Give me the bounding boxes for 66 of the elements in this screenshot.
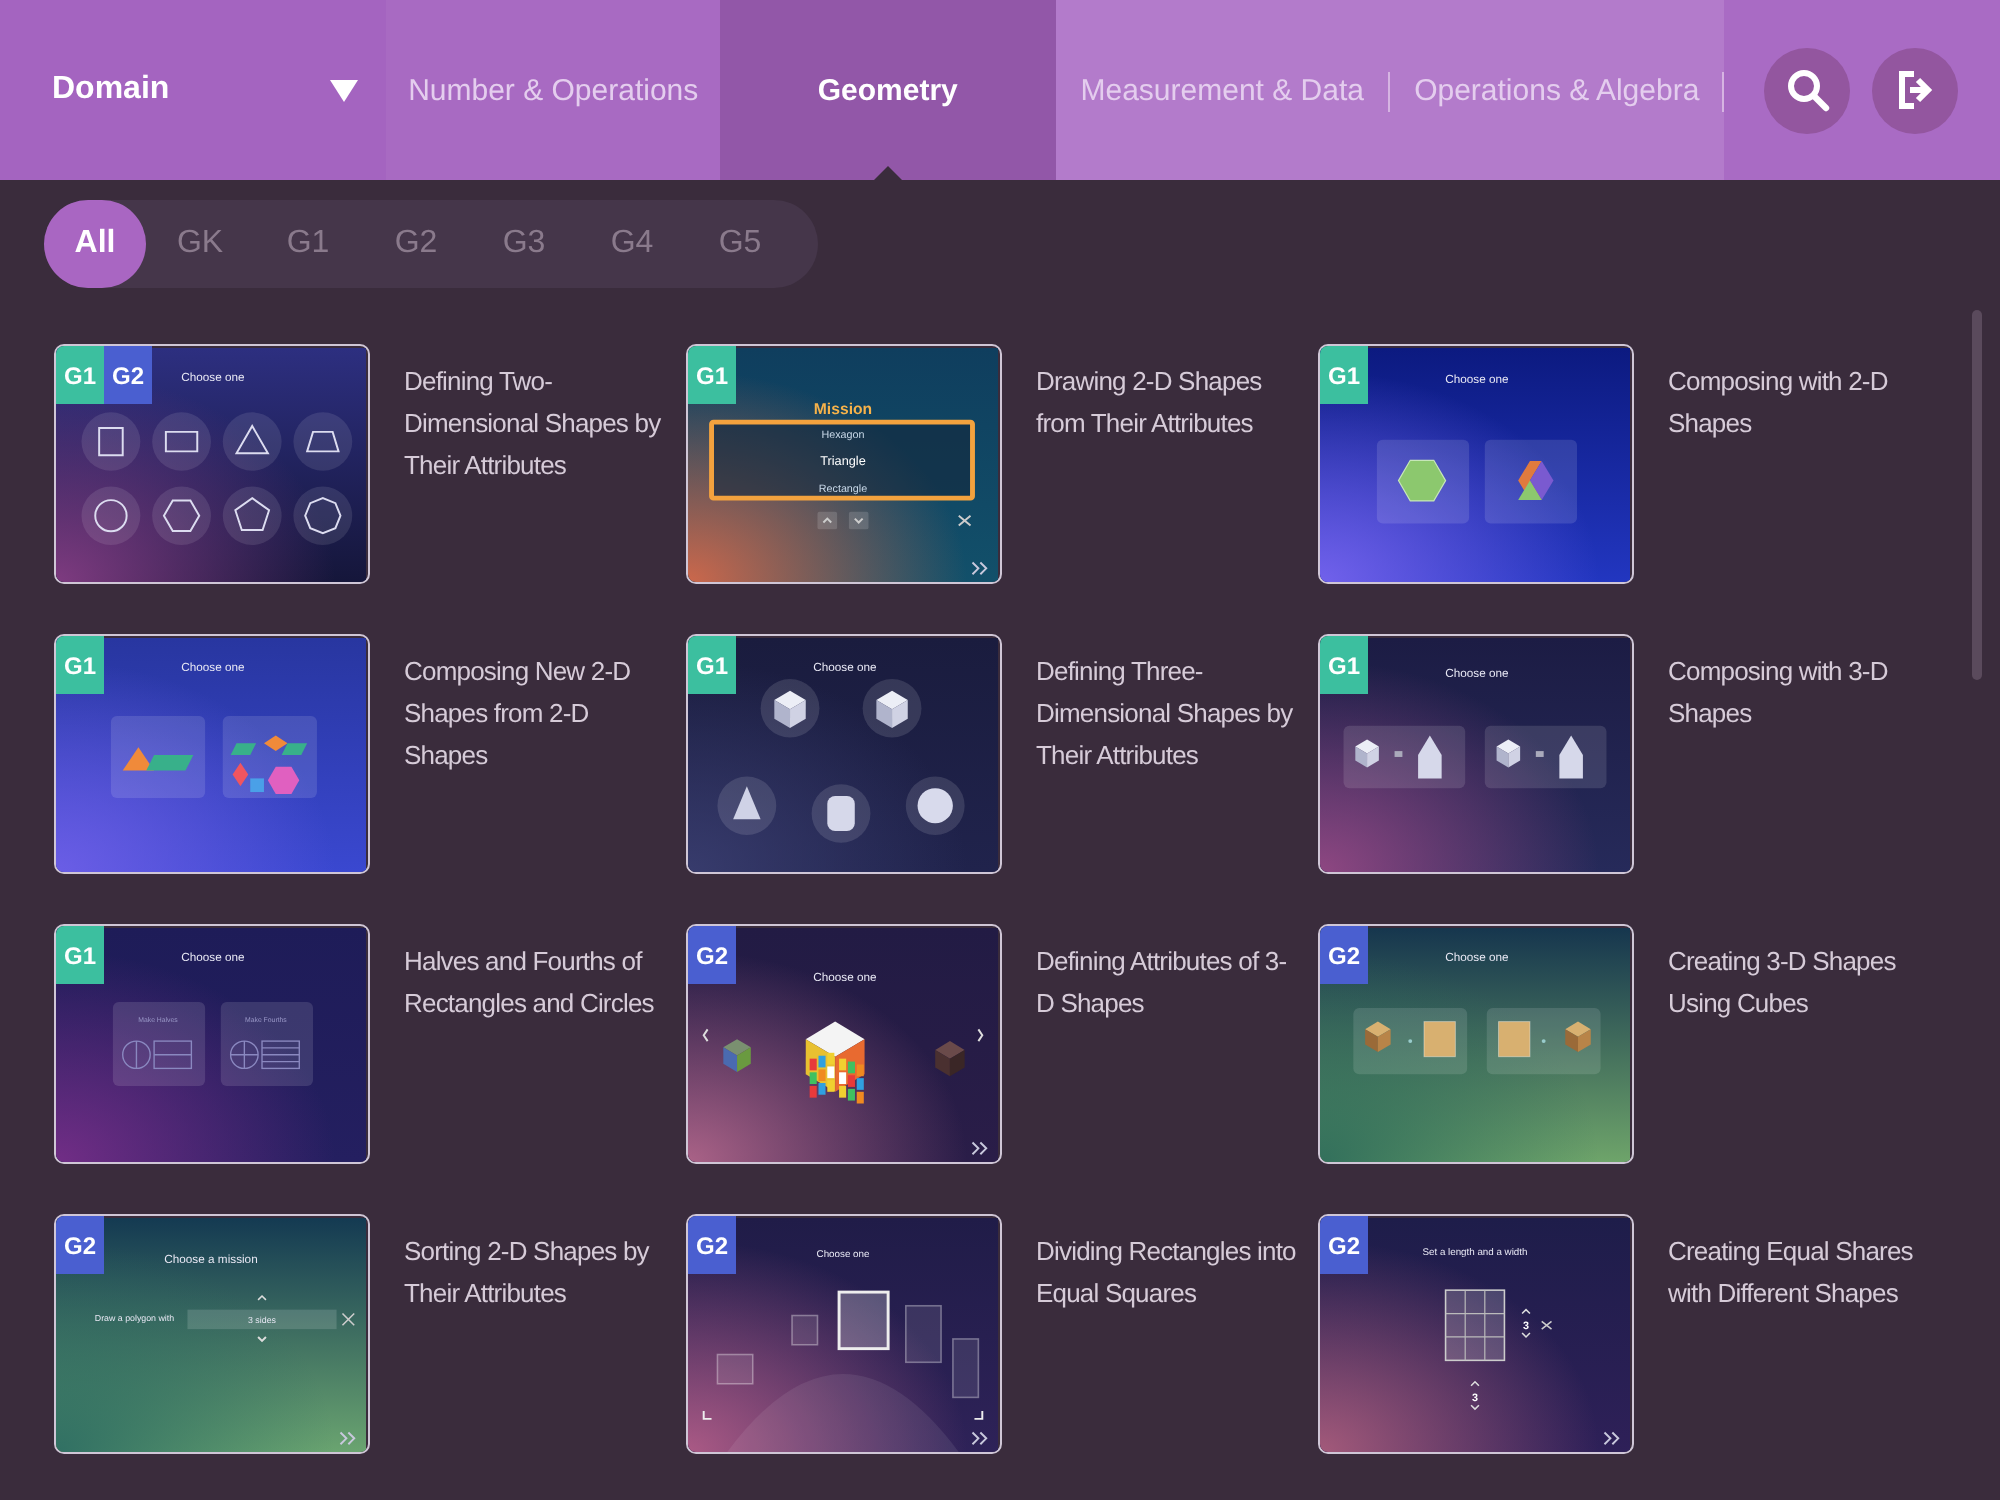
- exit-button[interactable]: [1872, 47, 1958, 133]
- grade-badge: G1: [688, 346, 736, 404]
- domain-tab[interactable]: Geometry: [720, 0, 1055, 180]
- lesson-title[interactable]: Composing New 2-D Shapes from 2-D Shapes: [404, 634, 668, 874]
- next-icon[interactable]: [971, 560, 988, 575]
- lesson-title[interactable]: Sorting 2-D Shapes by Their Attributes: [404, 1214, 668, 1454]
- arrow-button[interactable]: [848, 510, 869, 529]
- grade-badge: G2: [688, 926, 736, 984]
- shape-option[interactable]: [293, 411, 353, 470]
- grade-badge: G2: [104, 346, 152, 404]
- lesson-title[interactable]: Defining Two-Dimensional Shapes by Their Attributes: [404, 344, 668, 584]
- grade-badge: G2: [56, 1216, 104, 1274]
- grade-badge: G1: [56, 926, 104, 984]
- shape-option[interactable]: [222, 485, 282, 544]
- up-icon[interactable]: [257, 1293, 267, 1300]
- shape-option[interactable]: [81, 485, 141, 544]
- solid-option[interactable]: [717, 775, 777, 834]
- lesson-title[interactable]: Composing with 2-D Shapes: [1668, 344, 1932, 584]
- corner-icon: [973, 1409, 984, 1419]
- grade-badge: G1: [688, 636, 736, 694]
- shape-option[interactable]: [152, 485, 211, 544]
- shape-option[interactable]: [81, 411, 141, 470]
- lesson-title[interactable]: Drawing 2-D Shapes from Their Attributes: [1036, 344, 1300, 584]
- lesson-title[interactable]: Defining Three-Dimensional Shapes by Their Attributes: [1036, 634, 1300, 874]
- grade-badge: G1: [56, 346, 104, 404]
- solid-option[interactable]: [760, 677, 820, 737]
- grade-badge: G2: [1320, 1216, 1368, 1274]
- grade-badge: G2: [1320, 926, 1368, 984]
- grade-badge: G2: [688, 1216, 736, 1274]
- lesson-title[interactable]: Composing with 3-D Shapes: [1668, 634, 1932, 874]
- cube-option[interactable]: [805, 1020, 865, 1103]
- lesson-title[interactable]: Dividing Rectangles into Equal Squares: [1036, 1214, 1300, 1454]
- previous-icon[interactable]: [702, 1027, 709, 1042]
- search-icon: [1785, 68, 1829, 112]
- solid-option[interactable]: [811, 783, 871, 842]
- grade-badge: G1: [1320, 346, 1368, 404]
- arrow-button[interactable]: [817, 510, 838, 529]
- shape-option[interactable]: [222, 411, 282, 470]
- option-list[interactable]: [709, 418, 975, 500]
- grade-filter[interactable]: All: [44, 200, 146, 288]
- exit-icon: [1895, 70, 1935, 110]
- lesson-title[interactable]: Defining Attributes of 3-D Shapes: [1036, 924, 1300, 1164]
- shape-option[interactable]: [152, 411, 211, 470]
- shape-option[interactable]: [1484, 438, 1578, 523]
- next-icon[interactable]: [971, 1430, 988, 1445]
- lesson-title[interactable]: Creating Equal Shares with Different Shapes: [1668, 1214, 1932, 1454]
- grade-badge: G1: [56, 636, 104, 694]
- shape-option[interactable]: [1376, 438, 1470, 523]
- next-icon[interactable]: [1603, 1430, 1620, 1445]
- domain-dropdown[interactable]: Domain: [0, 0, 386, 180]
- down-icon[interactable]: [257, 1334, 267, 1342]
- shape-option[interactable]: [293, 485, 353, 544]
- shape-option[interactable]: [1343, 724, 1466, 788]
- shape-option[interactable]: [1484, 724, 1607, 788]
- grade-badge: G1: [1320, 636, 1368, 694]
- caret-icon: [330, 79, 358, 101]
- next-icon[interactable]: [971, 1140, 988, 1155]
- scrollbar[interactable]: [1972, 310, 1982, 680]
- grid-rectangle: [1444, 1288, 1506, 1361]
- search-button[interactable]: [1764, 47, 1850, 133]
- rectangle-option[interactable]: [837, 1289, 890, 1350]
- corner-icon: [702, 1409, 713, 1419]
- solid-option[interactable]: [862, 677, 922, 737]
- lesson-title[interactable]: Creating 3-D Shapes Using Cubes: [1668, 924, 1932, 1164]
- lesson-title[interactable]: Halves and Fourths of Rectangles and Circles: [404, 924, 668, 1164]
- solid-option[interactable]: [905, 775, 965, 834]
